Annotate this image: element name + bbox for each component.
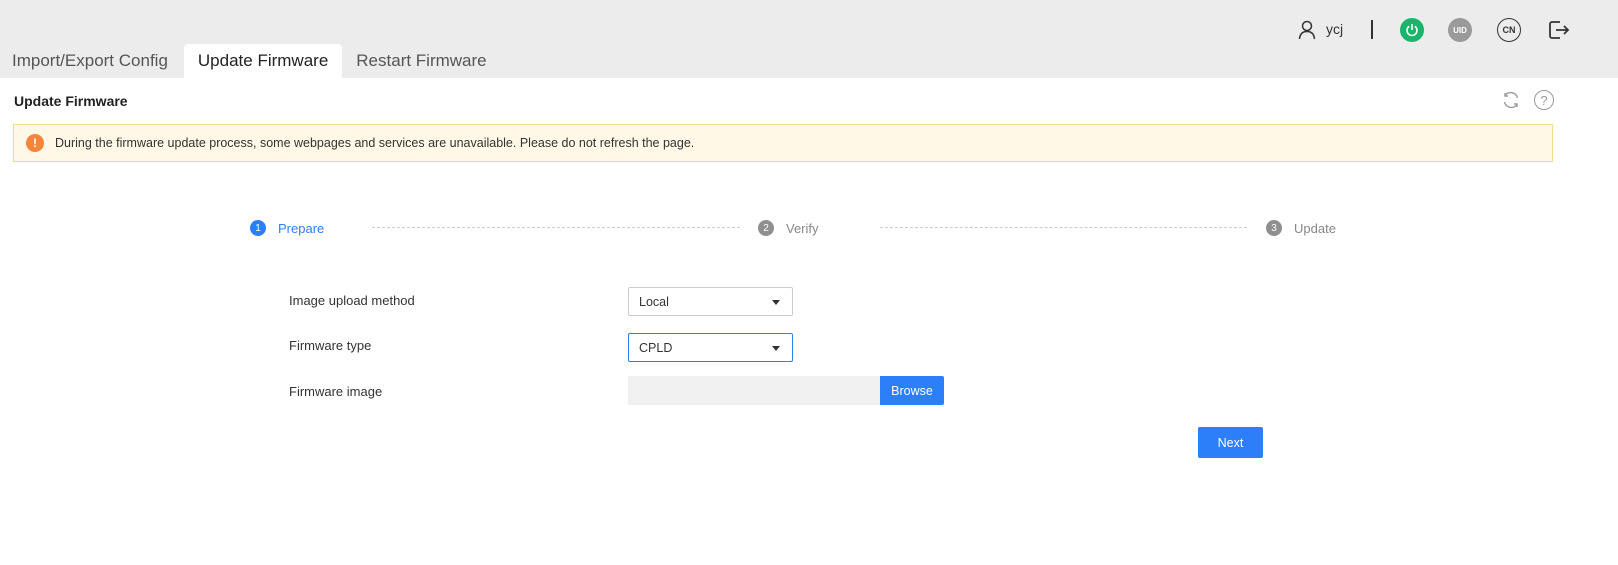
step-verify: 2 Verify [758, 220, 819, 236]
step-number: 1 [250, 220, 266, 236]
user-icon[interactable] [1298, 20, 1316, 40]
tab-update-firmware[interactable]: Update Firmware [183, 44, 343, 78]
tab-bar: Import/Export Config Update Firmware Res… [0, 44, 501, 78]
step-label: Update [1294, 220, 1336, 236]
chevron-down-icon [772, 300, 780, 305]
warning-icon: ! [26, 134, 44, 152]
chevron-down-icon [772, 346, 780, 351]
uid-icon[interactable]: UID [1448, 18, 1472, 42]
header-divider [1371, 20, 1373, 39]
page-title: Update Firmware [14, 93, 128, 109]
step-number: 3 [1266, 220, 1282, 236]
step-number: 2 [758, 220, 774, 236]
language-icon[interactable]: CN [1497, 18, 1521, 42]
logout-icon[interactable] [1546, 18, 1570, 42]
firmware-type-label: Firmware type [289, 338, 372, 353]
warning-alert: ! During the firmware update process, so… [13, 124, 1553, 162]
firmware-image-input[interactable] [628, 376, 880, 405]
tab-restart-firmware[interactable]: Restart Firmware [342, 44, 500, 78]
step-prepare: 1 Prepare [250, 220, 324, 236]
firmware-image-label: Firmware image [289, 384, 383, 399]
help-icon[interactable]: ? [1534, 90, 1554, 110]
step-update: 3 Update [1266, 220, 1336, 236]
step-connector [880, 227, 1247, 228]
step-connector [372, 227, 740, 228]
upload-method-value: Local [639, 294, 669, 309]
firmware-type-value: CPLD [639, 340, 673, 355]
browse-button[interactable]: Browse [880, 376, 944, 405]
upload-method-select[interactable]: Local [628, 287, 793, 316]
alert-text: During the firmware update process, some… [55, 136, 695, 150]
top-bar: ycj UID CN Import/Export Config Update F… [0, 0, 1618, 78]
firmware-type-select[interactable]: CPLD [628, 333, 793, 362]
power-icon[interactable] [1400, 18, 1424, 42]
username[interactable]: ycj [1326, 21, 1343, 37]
tab-import-export-config[interactable]: Import/Export Config [0, 44, 182, 78]
main-panel: Update Firmware ? ! During the firmware … [0, 78, 1618, 565]
next-button[interactable]: Next [1198, 427, 1263, 458]
step-label: Prepare [278, 220, 325, 236]
upload-method-label: Image upload method [289, 293, 415, 308]
refresh-icon[interactable] [1501, 90, 1521, 110]
step-label: Verify [786, 220, 819, 236]
